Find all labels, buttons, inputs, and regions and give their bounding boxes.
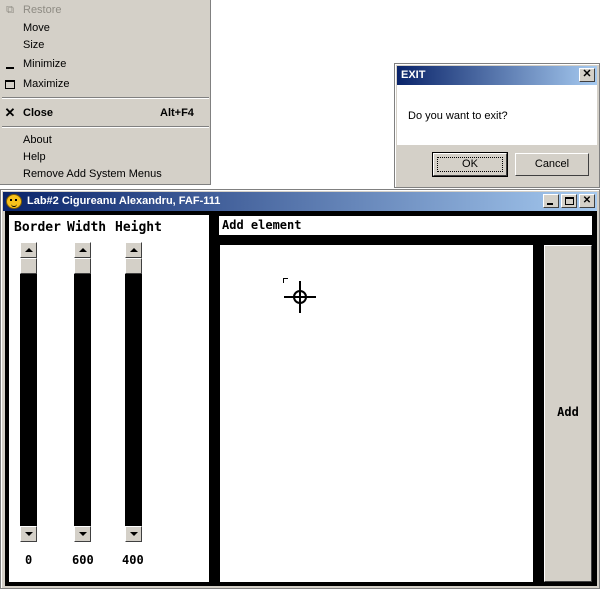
menu-separator bbox=[2, 126, 209, 128]
scroll-down-button[interactable] bbox=[125, 526, 142, 542]
scroll-thumb[interactable] bbox=[125, 258, 142, 274]
minimize-button[interactable] bbox=[543, 194, 559, 208]
scroll-thumb[interactable] bbox=[20, 258, 37, 274]
width-value: 600 bbox=[72, 553, 94, 567]
crosshair-cursor-icon bbox=[283, 278, 316, 313]
menu-separator bbox=[2, 97, 209, 99]
arrow-up-icon bbox=[130, 248, 138, 252]
cancel-button[interactable]: Cancel bbox=[515, 153, 589, 176]
close-button[interactable]: ✕ bbox=[579, 194, 595, 208]
close-icon: ✕ bbox=[4, 105, 16, 120]
window-title: Lab#2 Cigureanu Alexandru, FAF-111 bbox=[27, 195, 221, 207]
exit-dialog: EXIT ✕ Do you want to exit? OK Cancel bbox=[394, 63, 600, 188]
maximize-icon bbox=[4, 77, 16, 91]
scroll-up-button[interactable] bbox=[125, 242, 142, 258]
menu-item-label: Maximize bbox=[23, 78, 70, 90]
width-scrollbar[interactable] bbox=[74, 242, 91, 542]
scroll-thumb[interactable] bbox=[74, 258, 91, 274]
minimize-icon bbox=[4, 57, 16, 71]
dimension-panel: Border Width Height 0 600 400 bbox=[9, 215, 209, 582]
add-button[interactable]: Add bbox=[544, 245, 592, 582]
menu-item-label: Move bbox=[23, 22, 50, 34]
menu-item-label: Size bbox=[23, 39, 45, 51]
dialog-body: Do you want to exit? bbox=[397, 85, 597, 145]
close-icon: ✕ bbox=[582, 68, 592, 80]
menu-item-label: Remove Add System Menus bbox=[23, 168, 162, 180]
dialog-title: EXIT bbox=[401, 69, 426, 81]
menu-item-label: About bbox=[23, 134, 52, 146]
menu-item-move[interactable]: Move bbox=[0, 20, 211, 37]
scroll-up-button[interactable] bbox=[74, 242, 91, 258]
height-label: Height bbox=[115, 220, 162, 235]
menu-item-size[interactable]: Size bbox=[0, 37, 211, 54]
menu-item-remove-add-system-menus[interactable]: Remove Add System Menus bbox=[0, 166, 211, 183]
height-value: 400 bbox=[122, 553, 144, 567]
menu-item-maximize[interactable]: Maximize bbox=[0, 76, 211, 93]
focus-rect bbox=[437, 157, 503, 172]
restore-icon: ⧉ bbox=[6, 4, 14, 16]
border-value: 0 bbox=[25, 553, 33, 567]
border-label: Border bbox=[14, 220, 61, 235]
dialog-message: Do you want to exit? bbox=[408, 110, 508, 122]
dialog-close-button[interactable]: ✕ bbox=[579, 68, 595, 82]
main-window: Lab#2 Cigureanu Alexandru, FAF-111 ✕ Bor… bbox=[0, 189, 600, 589]
arrow-up-icon bbox=[79, 248, 87, 252]
arrow-down-icon bbox=[25, 532, 33, 536]
scroll-down-button[interactable] bbox=[74, 526, 91, 542]
client-area: Border Width Height 0 600 400 Add elemen… bbox=[5, 211, 597, 586]
maximize-button[interactable] bbox=[561, 194, 577, 208]
minimize-icon bbox=[547, 203, 553, 205]
menu-item-label: Restore bbox=[23, 4, 62, 16]
arrow-down-icon bbox=[79, 532, 87, 536]
main-titlebar[interactable]: Lab#2 Cigureanu Alexandru, FAF-111 ✕ bbox=[3, 192, 597, 211]
menu-item-label: Help bbox=[23, 151, 46, 163]
menu-item-label: Minimize bbox=[23, 58, 67, 70]
maximize-icon bbox=[565, 197, 574, 205]
dialog-titlebar[interactable]: EXIT ✕ bbox=[397, 66, 597, 85]
menu-item-help[interactable]: Help bbox=[0, 149, 211, 166]
scroll-up-button[interactable] bbox=[20, 242, 37, 258]
element-list-area[interactable] bbox=[220, 245, 533, 582]
close-icon: ✕ bbox=[582, 195, 592, 206]
add-element-input[interactable]: Add element bbox=[219, 216, 592, 235]
system-menu: ⧉ Restore Move Size Minimize Maximize ✕ … bbox=[0, 0, 211, 185]
border-scrollbar[interactable] bbox=[20, 242, 37, 542]
menu-item-restore[interactable]: ⧉ Restore bbox=[0, 2, 211, 19]
cancel-button-label: Cancel bbox=[534, 158, 570, 170]
menu-item-minimize[interactable]: Minimize bbox=[0, 56, 211, 73]
menu-item-close[interactable]: ✕ Close Alt+F4 bbox=[0, 105, 211, 122]
arrow-up-icon bbox=[25, 248, 33, 252]
scroll-down-button[interactable] bbox=[20, 526, 37, 542]
width-label: Width bbox=[67, 220, 107, 235]
height-scrollbar[interactable] bbox=[125, 242, 142, 542]
arrow-down-icon bbox=[130, 532, 138, 536]
menu-item-label: Close bbox=[23, 107, 53, 119]
menu-item-shortcut: Alt+F4 bbox=[160, 107, 194, 119]
smiley-app-icon[interactable] bbox=[6, 194, 22, 209]
menu-item-about[interactable]: About bbox=[0, 132, 211, 149]
ok-button[interactable]: OK bbox=[432, 152, 508, 177]
